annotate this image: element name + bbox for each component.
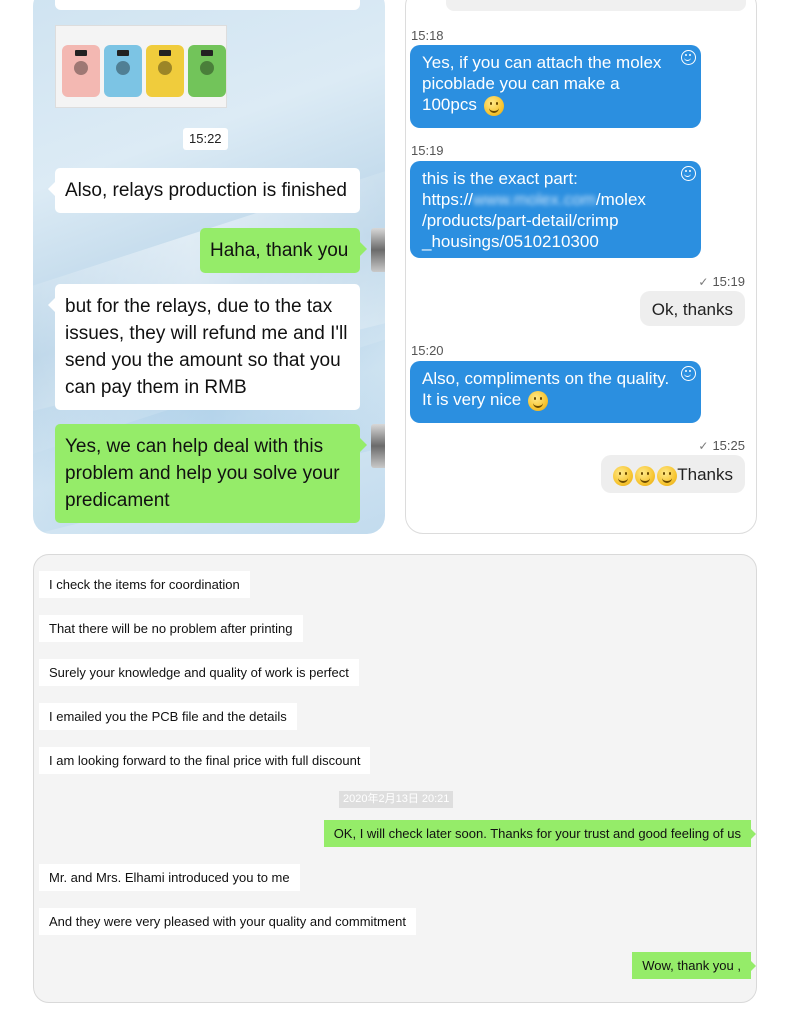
message-text: Ok, thanks (651, 300, 733, 319)
avatar[interactable] (371, 424, 385, 468)
message-text: Thanks (677, 465, 733, 484)
message-status: ✓ 15:19 (698, 274, 745, 290)
check-icon: ✓ (698, 439, 709, 453)
previous-message-bubble (55, 0, 360, 10)
timestamp: 15:22 (183, 128, 228, 150)
message-bubble-received[interactable]: Yes, if you can attach the molex picobla… (410, 45, 701, 128)
message-bubble-sent[interactable]: OK, I will check later soon. Thanks for … (323, 820, 756, 847)
message-bubble-received[interactable]: this is the exact part: https://www.mole… (410, 161, 701, 258)
reaction-icon[interactable] (681, 166, 696, 181)
link-blurred-domain[interactable]: www.molex.com (473, 190, 596, 209)
message-time: 15:18 (411, 28, 444, 43)
message-bubble-sent[interactable]: Thanks (601, 455, 745, 493)
message-bubble-received[interactable]: I emailed you the PCB file and the detai… (39, 703, 297, 730)
message-bubble-received[interactable]: Surely your knowledge and quality of wor… (39, 659, 359, 686)
previous-message-bubble (446, 0, 746, 11)
smile-emoji-icon (613, 465, 634, 486)
message-time: 15:19 (712, 274, 745, 289)
smile-emoji-icon (657, 465, 678, 486)
message-text: Yes, if you can attach the molex picobla… (422, 53, 662, 114)
message-bubble-received[interactable]: I am looking forward to the final price … (39, 747, 371, 774)
smile-emoji-icon (483, 95, 504, 116)
wechat-chat-panel: 15:22 Also, relays production is finishe… (33, 0, 385, 534)
chat-log-panel: I check the items for coordination That … (33, 554, 757, 1003)
message-bubble-received[interactable]: Mr. and Mrs. Elhami introduced you to me (39, 864, 300, 891)
message-text: but for the relays, due to the tax issue… (65, 296, 348, 398)
reaction-icon[interactable] (681, 50, 696, 65)
dishwasher-pink (62, 45, 100, 97)
message-time: 15:20 (411, 343, 444, 358)
message-bubble-sent[interactable]: Haha, thank you (200, 228, 367, 273)
date-divider: 2020年2月13日 20:21 (339, 791, 454, 808)
message-text: Yes, we can help deal with this problem … (65, 436, 340, 511)
message-text: Haha, thank you (210, 240, 349, 261)
message-bubble-sent[interactable]: Ok, thanks (639, 291, 745, 326)
product-photo[interactable] (55, 25, 227, 108)
message-status: ✓ 15:25 (698, 438, 745, 454)
avatar[interactable] (371, 228, 385, 272)
dishwasher-yellow (146, 45, 184, 97)
message-bubble-received[interactable]: Also, relays production is finished (48, 168, 360, 213)
link-prefix[interactable]: https:// (422, 190, 473, 209)
message-time: 15:19 (411, 143, 444, 158)
message-time: 15:25 (712, 438, 745, 453)
message-bubble-received[interactable]: That there will be no problem after prin… (39, 615, 303, 642)
reaction-icon[interactable] (681, 366, 696, 381)
message-bubble-sent[interactable]: Wow, thank you , (632, 952, 756, 979)
message-bubble-received[interactable]: but for the relays, due to the tax issue… (48, 284, 360, 410)
skype-chat-panel: 15:18 Yes, if you can attach the molex p… (405, 0, 757, 534)
message-bubble-received[interactable]: And they were very pleased with your qua… (39, 908, 416, 935)
message-text: this is the exact part: (422, 169, 578, 188)
message-text: Also, relays production is finished (65, 180, 347, 201)
message-bubble-received[interactable]: Also, compliments on the quality. It is … (410, 361, 701, 423)
smile-emoji-icon (635, 465, 656, 486)
smile-emoji-icon (527, 390, 548, 411)
dishwasher-blue (104, 45, 142, 97)
message-bubble-sent[interactable]: Yes, we can help deal with this problem … (55, 424, 367, 523)
check-icon: ✓ (698, 275, 709, 289)
dishwasher-green (188, 45, 226, 97)
message-bubble-received[interactable]: I check the items for coordination (39, 571, 250, 598)
